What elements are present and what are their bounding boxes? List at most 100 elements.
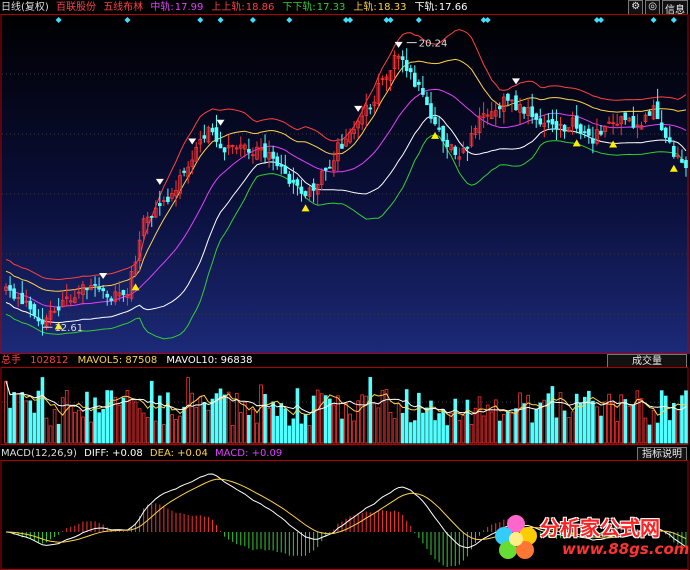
candle-body (413, 72, 417, 87)
volume-bar (413, 420, 417, 444)
volume-bar (56, 423, 61, 444)
volume-bar (28, 400, 33, 444)
volume-bar (684, 390, 688, 444)
dea-value: +0.04 (177, 448, 208, 459)
volume-bar (400, 412, 405, 444)
candle-body (271, 151, 275, 159)
volume-bar (85, 391, 89, 444)
volume-bar (623, 399, 628, 444)
readout-2: 下下轨:17.33 (282, 2, 349, 13)
volume-bar (323, 395, 328, 444)
candle-body (582, 131, 587, 134)
candle-body (202, 135, 207, 139)
candle-body (667, 137, 672, 143)
volume-bar (546, 393, 551, 444)
volume-bar (530, 422, 534, 444)
candle-body (404, 59, 409, 71)
price-chart[interactable]: 20.24 12.61 (0, 14, 690, 354)
volume-bar (121, 397, 126, 444)
candle-body (303, 191, 308, 197)
candle-body (287, 173, 292, 184)
candle-body (647, 111, 652, 116)
volume-bar (279, 403, 284, 444)
volume-bar (437, 413, 441, 444)
candle-body (275, 156, 279, 167)
watermark-title: 分析家公式网 (540, 516, 660, 540)
candle-body (20, 292, 25, 305)
volume-bar (271, 401, 275, 444)
volume-bar (8, 407, 12, 444)
candle-body (562, 124, 567, 132)
candle-body (538, 118, 543, 125)
volume-bar (295, 388, 300, 444)
candle-body (445, 139, 449, 147)
high-price-label: 20.24 (419, 39, 448, 50)
volume-bar (631, 404, 636, 444)
readout-label: 中轨: (150, 2, 174, 13)
price-header: 日线(复权) 百联股份 五线布林 中轨:17.99 上上轨:18.86 下下轨:17… (1, 1, 479, 14)
mavol5-value: 87508 (125, 355, 158, 366)
volume-bar (368, 377, 373, 444)
candle-body (340, 143, 344, 149)
volume-bar (32, 412, 37, 444)
volume-bar (109, 390, 114, 444)
dea-label: DEA: (149, 448, 174, 459)
candle-body (182, 170, 186, 173)
candle-body (295, 179, 300, 186)
candle-body (283, 165, 288, 174)
volume-bar (574, 393, 579, 444)
candle-body (121, 290, 126, 296)
candle-body (368, 107, 373, 110)
macd-header: MACD(12,26,9) DIFF: +0.08 DEA: +0.04 MAC… (1, 447, 687, 462)
volume-bar (287, 425, 292, 444)
readout-value: 17.33 (316, 2, 346, 13)
candle-body (437, 127, 441, 130)
candle-body (149, 216, 154, 218)
readout-3: 上轨:18.33 (353, 2, 410, 13)
readout-label: 上上轨: (211, 2, 245, 13)
watermark: 分析家公式网 www.88gs.com (492, 506, 690, 568)
candle-body (421, 87, 425, 95)
candle-body (425, 96, 429, 106)
volume-bar (182, 406, 186, 444)
volume-bar (534, 408, 539, 444)
candle-body (56, 306, 61, 311)
candle-body (578, 124, 583, 134)
candle-body (8, 285, 12, 291)
candle-body (453, 146, 458, 155)
candle-body (210, 127, 215, 133)
watermark-url: www.88gs.com (562, 540, 690, 558)
candle-body (514, 95, 518, 111)
mavol10-value: 96838 (220, 355, 253, 366)
candle-body (497, 106, 502, 110)
volume-bar (599, 415, 603, 444)
candle-body (263, 143, 267, 158)
price-panel-background (0, 14, 690, 354)
volume-bar (166, 392, 170, 444)
flower-logo-icon (495, 515, 537, 559)
candle-body (32, 304, 37, 316)
volume-bar (404, 389, 409, 444)
candle-body (441, 125, 445, 142)
volume-bar (672, 403, 676, 444)
macd-title: MACD(12,26,9) (1, 448, 77, 459)
candle-body (554, 121, 559, 129)
volume-bar (283, 408, 288, 444)
volume-bar (445, 425, 449, 444)
mavol5-label: MAVOL5: (77, 355, 123, 366)
candle-body (279, 164, 284, 167)
candle-body (214, 127, 219, 142)
candle-body (247, 149, 251, 153)
readout-label: 下轨: (414, 2, 438, 13)
candle-body (506, 93, 510, 101)
volume-bar (497, 420, 502, 444)
readout-value: 17.99 (174, 2, 204, 13)
volume-bar (202, 402, 207, 444)
candle-body (85, 288, 89, 291)
volume-chart[interactable] (0, 367, 690, 445)
volume-bar (291, 418, 296, 444)
volume-bar (441, 409, 445, 444)
period-label: 日线(复权) (1, 2, 49, 13)
candle-body (631, 116, 636, 128)
volume-bar (299, 423, 304, 444)
